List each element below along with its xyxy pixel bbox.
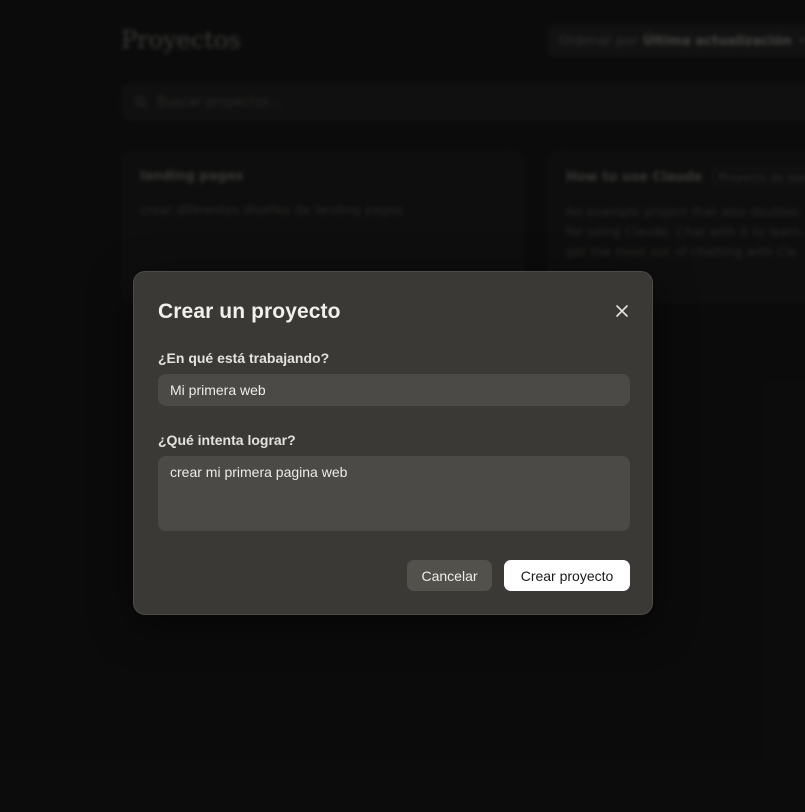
dialog-title: Crear un proyecto [158, 300, 341, 323]
project-name-input[interactable] [158, 374, 630, 406]
page: Proyectos Ordenar por Última actualizaci… [0, 0, 805, 812]
project-name-label: ¿En qué está trabajando? [158, 350, 330, 366]
cancel-button[interactable]: Cancelar [407, 560, 492, 591]
close-button[interactable] [608, 298, 636, 326]
project-goal-label: ¿Qué intenta lograr? [158, 432, 296, 448]
close-icon [615, 303, 629, 322]
project-goal-textarea[interactable]: crear mi primera pagina web [158, 456, 630, 531]
create-project-dialog: Crear un proyecto ¿En qué está trabajand… [133, 271, 653, 615]
create-project-button[interactable]: Crear proyecto [504, 560, 630, 591]
